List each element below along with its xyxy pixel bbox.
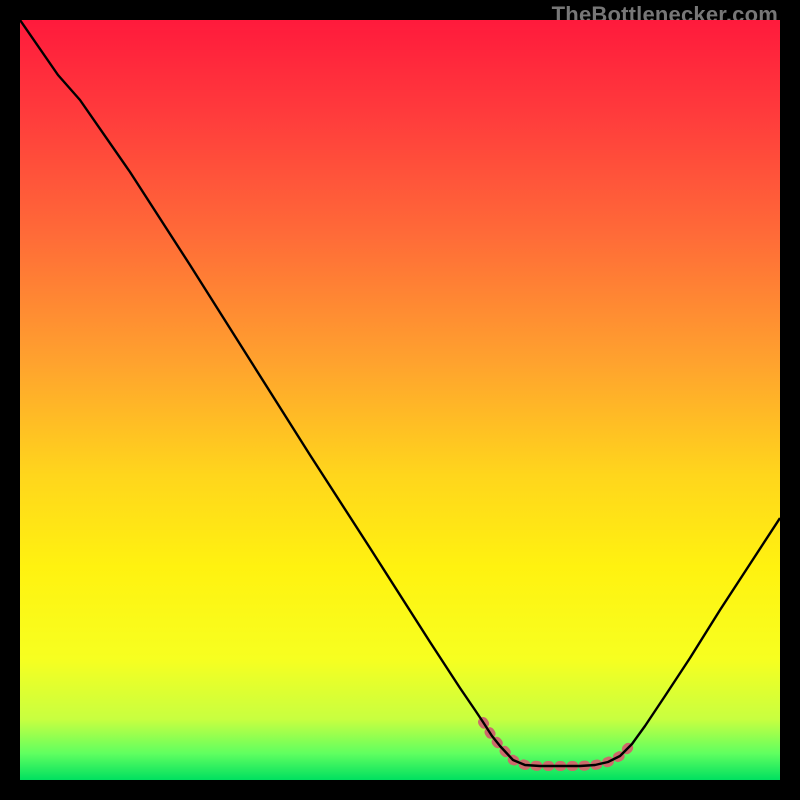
chart-curve-path [20,20,780,766]
chart-curve-layer [20,20,780,780]
chart-accent-path [483,722,632,766]
chart-plot-area [20,20,780,780]
